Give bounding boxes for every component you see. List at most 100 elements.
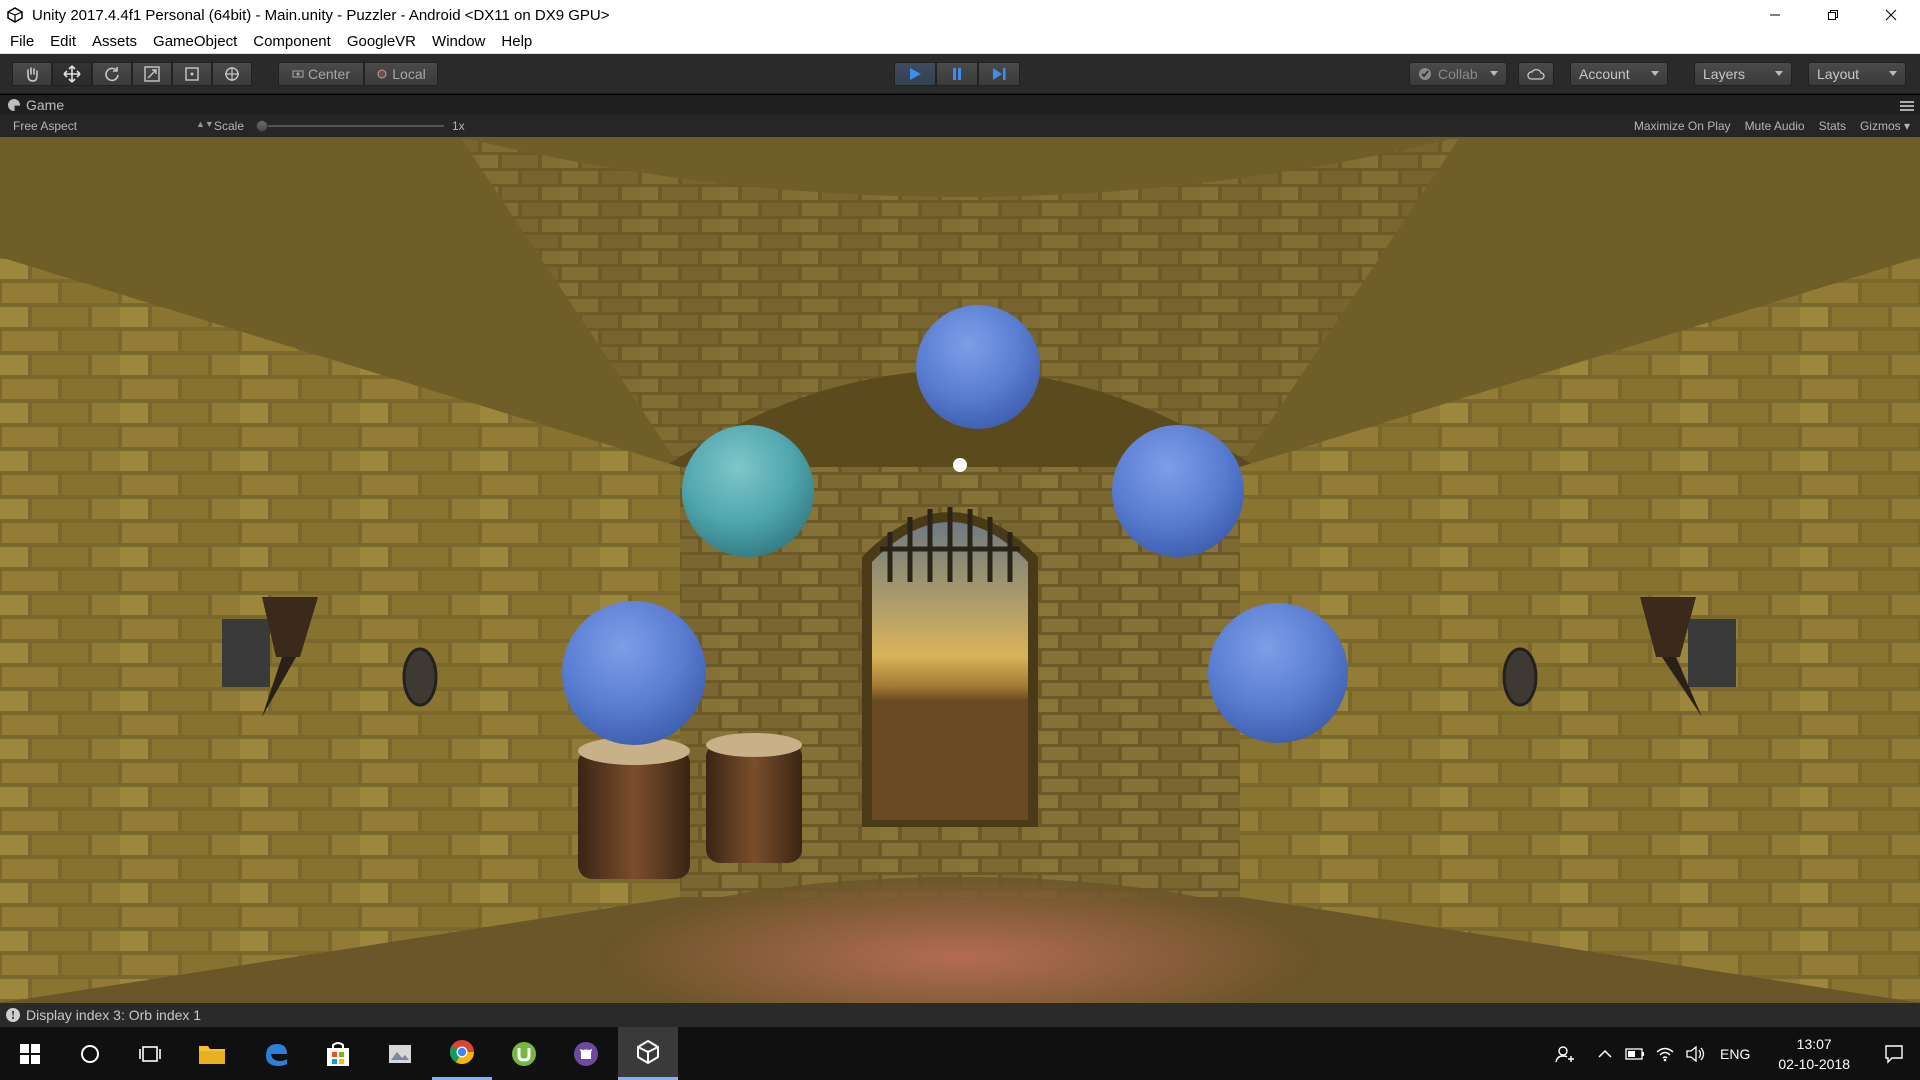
scale-slider-thumb[interactable] [256,120,268,132]
utorrent-button[interactable] [494,1027,554,1080]
orb-right[interactable] [1112,425,1244,557]
file-explorer-button[interactable] [182,1027,242,1080]
cortana-button[interactable] [60,1027,120,1080]
stats-toggle[interactable]: Stats [1819,119,1846,133]
menu-file[interactable]: File [0,30,42,54]
store-button[interactable] [308,1027,368,1080]
orb-top[interactable] [916,305,1040,429]
input-language[interactable]: ENG [1710,1046,1760,1062]
chrome-button[interactable] [432,1027,492,1080]
transform-tool-button[interactable] [212,62,252,86]
game-pacman-icon [8,99,20,111]
cortana-icon [81,1044,99,1063]
maximize-on-play-toggle[interactable]: Maximize On Play [1634,119,1731,133]
store-icon [327,1041,349,1066]
minimize-button[interactable] [1746,0,1804,30]
task-view-button[interactable] [120,1027,180,1080]
clock[interactable]: 13:07 02-10-2018 [1760,1034,1868,1074]
game-view[interactable] [0,137,1920,1003]
scale-slider-track[interactable] [256,125,444,127]
chrome-icon [449,1040,474,1065]
hand-icon [27,67,38,82]
wifi-button[interactable] [1650,1027,1680,1080]
move-icon [63,65,81,83]
gizmos-label: Gizmos [1859,119,1901,133]
layers-dropdown[interactable]: Layers [1694,62,1792,86]
transform-icon [225,67,239,81]
account-dropdown[interactable]: Account [1570,62,1668,86]
hand-tool-button[interactable] [12,62,52,86]
unity-button[interactable] [618,1027,678,1080]
layout-dropdown[interactable]: Layout [1808,62,1906,86]
aspect-caret-icon: ▲▼ [196,119,214,129]
rect-icon [185,67,199,81]
wifi-icon [1656,1047,1674,1061]
collab-label: Collab [1438,66,1478,82]
rotate-tool-button[interactable] [92,62,132,86]
cloud-button[interactable] [1518,62,1554,86]
pivot-local-button[interactable]: Local [364,62,438,86]
people-button[interactable] [1550,1027,1580,1080]
cloud-icon [1527,68,1545,80]
start-button[interactable] [0,1027,60,1080]
clock-time: 13:07 [1796,1035,1832,1052]
menu-window[interactable]: Window [424,30,493,54]
window-title: Unity 2017.4.4f1 Personal (64bit) - Main… [32,6,610,24]
menu-help[interactable]: Help [493,30,540,54]
mute-audio-toggle[interactable]: Mute Audio [1745,119,1805,133]
rect-tool-button[interactable] [172,62,212,86]
pivot-center-label: Center [307,66,351,82]
window-titlebar: Unity 2017.4.4f1 Personal (64bit) - Main… [0,0,1920,30]
play-button[interactable] [894,62,936,86]
tab-game[interactable]: Game [8,95,64,115]
menu-edit[interactable]: Edit [42,30,84,54]
collab-dropdown[interactable]: Collab [1409,62,1507,86]
menu-googlevr[interactable]: GoogleVR [339,30,424,54]
pause-icon [953,68,961,80]
playback-controls [894,62,1020,86]
photos-icon [389,1044,411,1063]
close-button[interactable] [1862,0,1920,30]
status-message[interactable]: Display index 3: Orb index 1 [26,1007,201,1023]
panel-menu-icon[interactable] [1900,101,1914,111]
system-tray: ENG 13:07 02-10-2018 [1550,1027,1920,1080]
utorrent-icon [512,1041,536,1066]
move-tool-button[interactable] [52,62,92,86]
volume-button[interactable] [1680,1027,1710,1080]
scale-tool-button[interactable] [132,62,172,86]
orb-bottom-right[interactable] [1208,603,1348,743]
orb-bottom-left[interactable] [562,601,706,745]
layers-caret-icon [1775,71,1783,76]
edge-button[interactable] [246,1027,306,1080]
restore-button[interactable] [1804,0,1862,30]
menu-assets[interactable]: Assets [84,30,145,54]
orb-left[interactable] [682,425,814,557]
collab-caret-icon [1490,71,1498,76]
battery-button[interactable] [1620,1027,1650,1080]
battery-icon [1625,1047,1645,1060]
gizmos-dropdown[interactable]: Gizmos ▾ [1860,119,1910,133]
pivot-local-label: Local [392,66,426,82]
layout-label: Layout [1817,66,1860,82]
scale-icon [144,66,160,82]
aspect-dropdown[interactable]: Free Aspect [13,119,77,133]
transform-tools [12,62,252,86]
local-icon [377,69,387,79]
step-button[interactable] [978,62,1020,86]
tray-overflow-button[interactable] [1590,1027,1620,1080]
task-view-icon [139,1045,161,1062]
github-button[interactable] [556,1027,616,1080]
play-icon [910,68,921,80]
github-icon [574,1041,598,1066]
pause-button[interactable] [936,62,978,86]
pivot-center-button[interactable]: Center [278,62,364,86]
center-icon [292,70,304,78]
menu-component[interactable]: Component [245,30,339,54]
windows-taskbar: ENG 13:07 02-10-2018 [0,1027,1920,1080]
action-center-button[interactable] [1868,1027,1920,1080]
menu-gameobject[interactable]: GameObject [145,30,245,54]
game-tabbar: Game [0,95,1920,115]
photos-button[interactable] [370,1027,430,1080]
minimize-icon [1770,14,1780,16]
restore-icon [1828,10,1838,20]
